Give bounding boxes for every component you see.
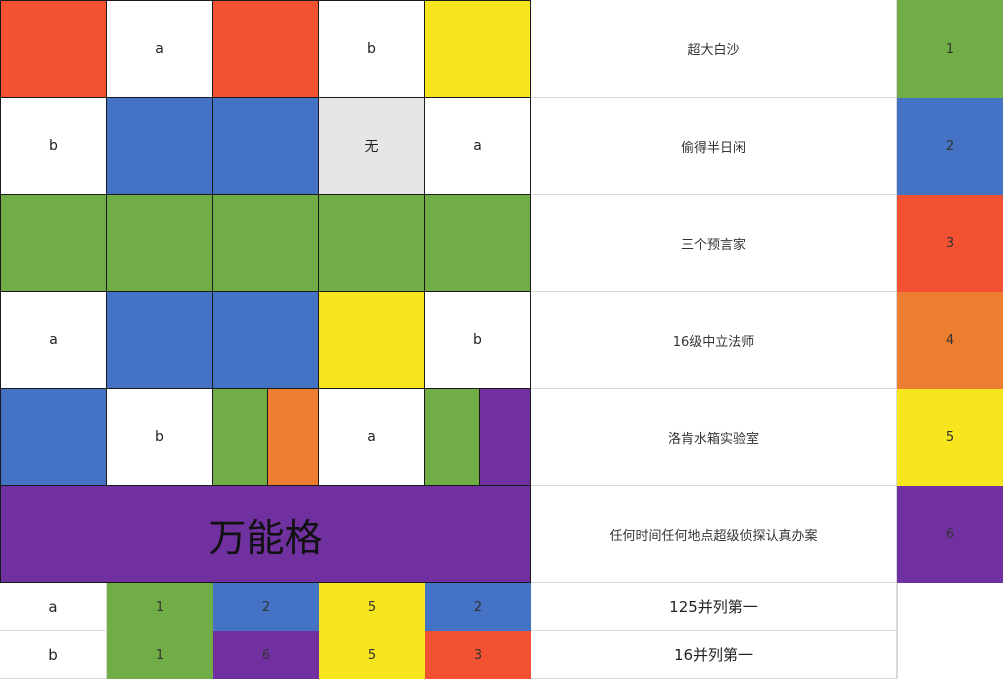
board-cell-r5c1[interactable] <box>0 389 107 486</box>
legend-cell-5: 5 <box>897 389 1003 486</box>
board-cell-r3c5[interactable] <box>425 195 531 292</box>
board-cell-r4c1[interactable]: a <box>0 292 107 389</box>
board-cell-r4c4[interactable] <box>319 292 425 389</box>
board-cell-r5c3a[interactable] <box>213 389 268 486</box>
legend-cell-2: 2 <box>897 98 1003 195</box>
legend-cell-1: 1 <box>897 0 1003 98</box>
board-cell-r2c2[interactable] <box>107 98 213 195</box>
title-cell-6: 任何时间任何地点超级侦探认真办案 <box>531 486 897 583</box>
board-cell-r3c3[interactable] <box>213 195 319 292</box>
result-a-col4: 2 <box>425 583 531 631</box>
board-cell-r2c3[interactable] <box>213 98 319 195</box>
result-b-col3: 5 <box>319 631 425 679</box>
board-cell-r1c5[interactable] <box>425 0 531 98</box>
legend-cell-4: 4 <box>897 292 1003 389</box>
title-cell-1: 超大白沙 <box>531 0 897 98</box>
result-a-summary: 125并列第一 <box>531 583 897 631</box>
board-cell-r5c3b[interactable] <box>268 389 319 486</box>
board-cell-r1c3[interactable] <box>213 0 319 98</box>
board-cell-r3c4[interactable] <box>319 195 425 292</box>
title-cell-2: 偷得半日闲 <box>531 98 897 195</box>
result-b-col4: 3 <box>425 631 531 679</box>
board-cell-r4c2[interactable] <box>107 292 213 389</box>
result-b-col1: 1 <box>107 631 213 679</box>
title-cell-4: 16级中立法师 <box>531 292 897 389</box>
result-a-col1: 1 <box>107 583 213 631</box>
board-cell-r3c1[interactable] <box>0 195 107 292</box>
board-cell-r2c5[interactable]: a <box>425 98 531 195</box>
legend-cell-6: 6 <box>897 486 1003 583</box>
title-cell-5: 洛肯水箱实验室 <box>531 389 897 486</box>
board-cell-r2c4[interactable]: 无 <box>319 98 425 195</box>
result-a-col3: 5 <box>319 583 425 631</box>
board-cell-r1c2[interactable]: a <box>107 0 213 98</box>
result-player-b: b <box>0 631 107 679</box>
board-cell-r4c3[interactable] <box>213 292 319 389</box>
board-cell-r2c1[interactable]: b <box>0 98 107 195</box>
title-cell-3: 三个预言家 <box>531 195 897 292</box>
result-a-col2: 2 <box>213 583 319 631</box>
result-b-summary: 16并列第一 <box>531 631 897 679</box>
wildcard-merged-cell[interactable]: 万能格 <box>0 486 531 583</box>
legend-empty-cell <box>897 583 1003 679</box>
board-cell-r3c2[interactable] <box>107 195 213 292</box>
board-cell-r4c5[interactable]: b <box>425 292 531 389</box>
board-cell-r5c5a[interactable] <box>425 389 480 486</box>
board-cell-r1c4[interactable]: b <box>319 0 425 98</box>
result-b-col2: 6 <box>213 631 319 679</box>
board-cell-r5c4[interactable]: a <box>319 389 425 486</box>
board-cell-r5c2[interactable]: b <box>107 389 213 486</box>
result-player-a: a <box>0 583 107 631</box>
board-cell-r5c5b[interactable] <box>480 389 531 486</box>
board-cell-r1c1[interactable] <box>0 0 107 98</box>
legend-cell-3: 3 <box>897 195 1003 292</box>
